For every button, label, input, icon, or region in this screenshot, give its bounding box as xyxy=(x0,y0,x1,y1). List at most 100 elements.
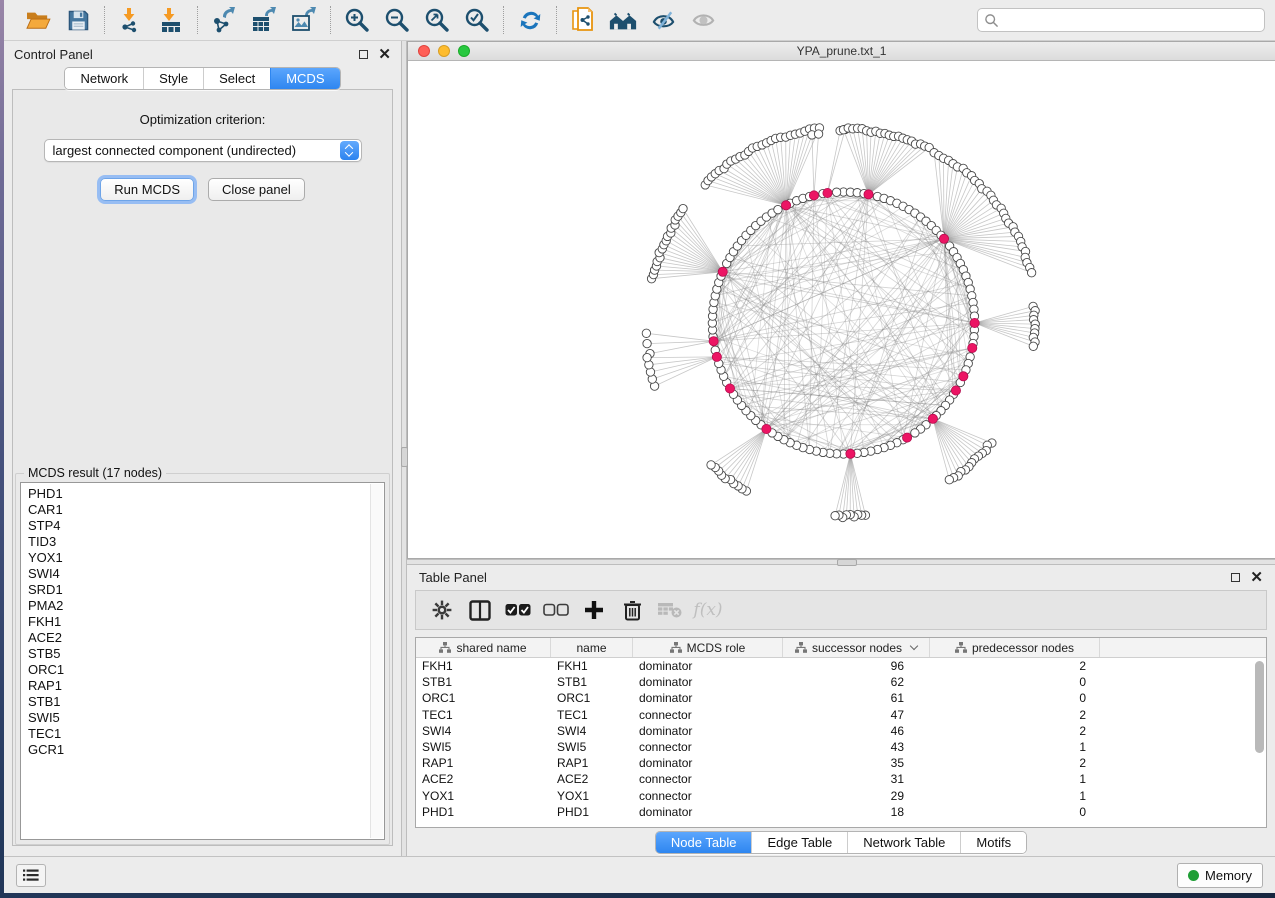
zoom-out-button[interactable] xyxy=(379,4,415,36)
add-column-button[interactable] xyxy=(578,595,610,625)
table-row[interactable]: SWI5SWI5connector431 xyxy=(416,739,1266,755)
delete-table-button[interactable] xyxy=(654,595,686,625)
search-input[interactable] xyxy=(977,8,1265,32)
close-panel-icon[interactable]: ✕ xyxy=(378,50,391,59)
column-header-name[interactable]: name xyxy=(551,638,633,657)
deselect-all-button[interactable] xyxy=(540,595,572,625)
maximize-window-icon[interactable] xyxy=(458,45,470,57)
close-window-icon[interactable] xyxy=(418,45,430,57)
mcds-result-item[interactable]: CAR1 xyxy=(28,502,384,518)
zoom-selected-button[interactable] xyxy=(459,4,495,36)
mcds-result-list[interactable]: PHD1CAR1STP4TID3YOX1SWI4SRD1PMA2FKH1ACE2… xyxy=(20,482,385,840)
show-columns-icon xyxy=(469,600,491,621)
tab-node-table[interactable]: Node Table xyxy=(656,832,752,853)
open-session-button[interactable] xyxy=(20,4,56,36)
export-network-button[interactable] xyxy=(206,4,242,36)
select-all-button[interactable] xyxy=(502,595,534,625)
mcds-result-item[interactable]: SWI5 xyxy=(28,710,384,726)
minimize-window-icon[interactable] xyxy=(438,45,450,57)
cell-successor_nodes: 47 xyxy=(783,707,930,723)
network-titlebar[interactable]: YPA_prune.txt_1 xyxy=(408,42,1275,61)
mcds-result-item[interactable]: ORC1 xyxy=(28,662,384,678)
mcds-list-scrollbar[interactable] xyxy=(370,484,383,838)
mcds-result-item[interactable]: SRD1 xyxy=(28,582,384,598)
table-row[interactable]: SWI4SWI4dominator462 xyxy=(416,723,1266,739)
scrollbar-thumb[interactable] xyxy=(1255,661,1264,753)
first-neighbors-button[interactable] xyxy=(605,4,641,36)
mcds-result-item[interactable]: SWI4 xyxy=(28,566,384,582)
show-columns-button[interactable] xyxy=(464,595,496,625)
mcds-result-item[interactable]: TID3 xyxy=(28,534,384,550)
table-row[interactable]: STB1STB1dominator620 xyxy=(416,674,1266,690)
table-scrollbar[interactable] xyxy=(1253,659,1265,826)
horizontal-splitter[interactable] xyxy=(407,559,1275,565)
cell-predecessor_nodes: 0 xyxy=(930,804,1100,820)
mcds-result-item[interactable]: FKH1 xyxy=(28,614,384,630)
import-table-button[interactable] xyxy=(153,4,189,36)
import-network-button[interactable] xyxy=(113,4,149,36)
mcds-result-item[interactable]: PMA2 xyxy=(28,598,384,614)
float-panel-icon[interactable] xyxy=(1231,573,1240,582)
delete-column-button[interactable] xyxy=(616,595,648,625)
mcds-result-item[interactable]: PHD1 xyxy=(28,486,384,502)
tab-motifs[interactable]: Motifs xyxy=(960,832,1026,853)
zoom-fit-button[interactable] xyxy=(419,4,455,36)
cell-name: SWI4 xyxy=(551,723,633,739)
zoom-out-icon xyxy=(384,7,410,33)
export-table-button[interactable] xyxy=(246,4,282,36)
show-all-button[interactable] xyxy=(685,4,721,36)
mcds-result-item[interactable]: STB5 xyxy=(28,646,384,662)
network-canvas[interactable] xyxy=(408,61,1275,558)
run-mcds-button[interactable]: Run MCDS xyxy=(100,178,194,201)
tab-mcds[interactable]: MCDS xyxy=(270,68,339,89)
mcds-result-item[interactable]: YOX1 xyxy=(28,550,384,566)
table-settings-button[interactable] xyxy=(426,595,458,625)
table-row[interactable]: FKH1FKH1dominator962 xyxy=(416,658,1266,674)
cell-predecessor_nodes: 1 xyxy=(930,788,1100,804)
new-network-button[interactable] xyxy=(565,4,601,36)
mcds-result-item[interactable]: ACE2 xyxy=(28,630,384,646)
hide-selected-button[interactable] xyxy=(645,4,681,36)
tab-style[interactable]: Style xyxy=(143,68,203,89)
apply-layout-button[interactable] xyxy=(512,4,548,36)
zoom-in-button[interactable] xyxy=(339,4,375,36)
mcds-result-item[interactable]: RAP1 xyxy=(28,678,384,694)
memory-button[interactable]: Memory xyxy=(1177,863,1263,888)
table-row[interactable]: PHD1PHD1dominator180 xyxy=(416,804,1266,820)
cell-successor_nodes: 61 xyxy=(783,690,930,706)
float-panel-icon[interactable] xyxy=(359,50,368,59)
splitter-handle[interactable] xyxy=(401,447,408,467)
cell-mcds_role: connector xyxy=(633,788,783,804)
criterion-select[interactable]: largest connected component (undirected) xyxy=(44,139,362,162)
vertical-splitter[interactable] xyxy=(401,41,407,856)
table-row[interactable]: RAP1RAP1dominator352 xyxy=(416,755,1266,771)
close-panel-button[interactable]: Close panel xyxy=(208,178,305,201)
tab-edge-table[interactable]: Edge Table xyxy=(751,832,847,853)
column-header-shared-name[interactable]: shared name xyxy=(416,638,551,657)
splitter-handle[interactable] xyxy=(837,559,857,566)
export-image-button[interactable] xyxy=(286,4,322,36)
column-header-successor-nodes[interactable]: successor nodes xyxy=(783,638,930,657)
table-row[interactable]: YOX1YOX1connector291 xyxy=(416,788,1266,804)
column-header-MCDS-role[interactable]: MCDS role xyxy=(633,638,783,657)
mcds-result-item[interactable]: STP4 xyxy=(28,518,384,534)
cell-mcds_role: connector xyxy=(633,771,783,787)
table-row[interactable]: ORC1ORC1dominator610 xyxy=(416,690,1266,706)
cell-shared_name: SWI4 xyxy=(416,723,551,739)
column-header-predecessor-nodes[interactable]: predecessor nodes xyxy=(930,638,1100,657)
import-table-icon xyxy=(158,7,184,33)
mcds-result-item[interactable]: STB1 xyxy=(28,694,384,710)
tab-network[interactable]: Network xyxy=(65,68,143,89)
search-text-field[interactable] xyxy=(999,13,1258,27)
close-panel-icon[interactable]: ✕ xyxy=(1250,573,1263,582)
table-row[interactable]: ACE2ACE2connector311 xyxy=(416,771,1266,787)
function-builder-button[interactable]: f(x) xyxy=(692,595,724,625)
save-session-button[interactable] xyxy=(60,4,96,36)
tab-select[interactable]: Select xyxy=(203,68,270,89)
tab-network-table[interactable]: Network Table xyxy=(847,832,960,853)
mcds-result-item[interactable]: TEC1 xyxy=(28,726,384,742)
cell-name: FKH1 xyxy=(551,658,633,674)
mcds-result-item[interactable]: GCR1 xyxy=(28,742,384,758)
table-row[interactable]: TEC1TEC1connector472 xyxy=(416,707,1266,723)
task-history-button[interactable] xyxy=(16,864,46,887)
